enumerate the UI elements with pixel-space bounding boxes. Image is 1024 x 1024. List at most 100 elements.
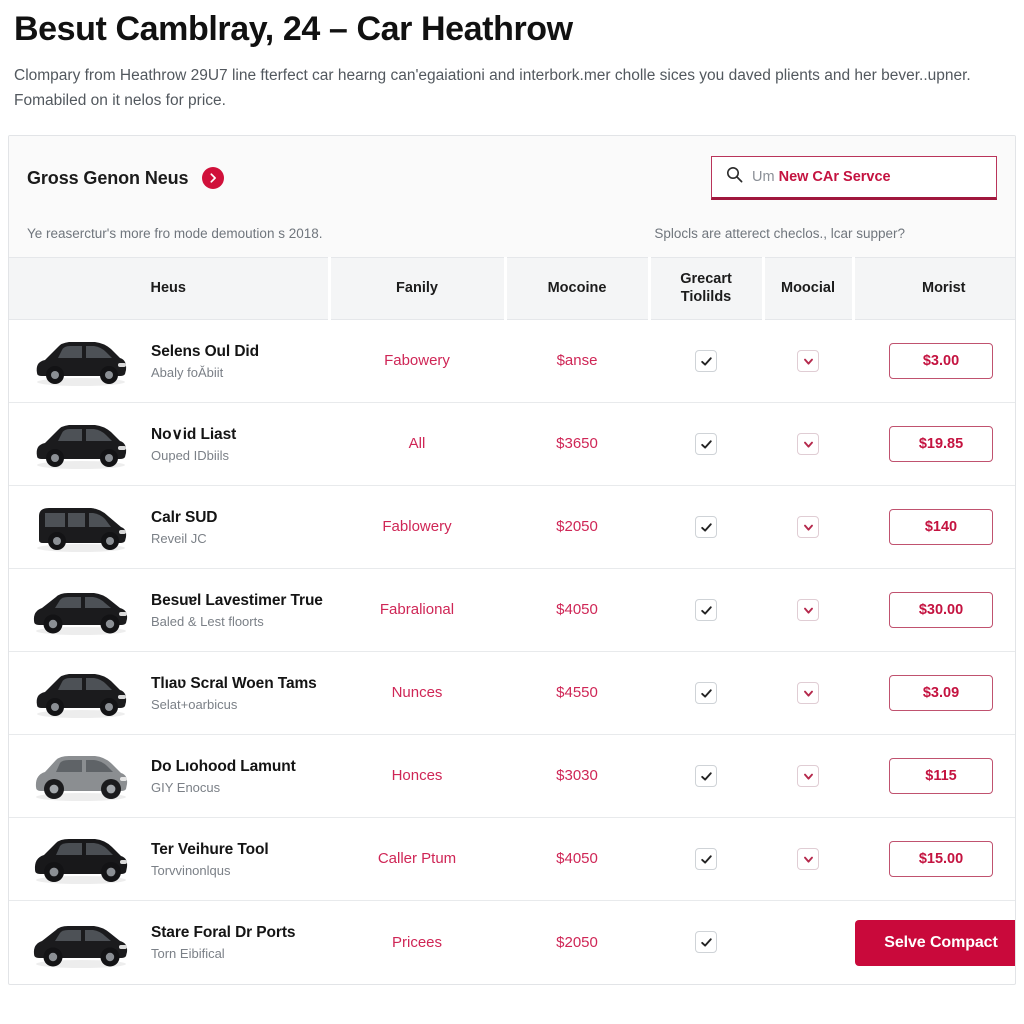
family-value: Fablowery [382, 518, 452, 536]
vehicle-subtitle: GIY Enocus [151, 780, 221, 796]
table-row[interactable]: Ter Veihure Tool Torvvinonlqus Caller Ptum… [9, 817, 1015, 902]
cell-vehicle: Do Lıohood Lamunt GIY Enocus [9, 734, 329, 819]
model-chevron-down-icon[interactable] [797, 516, 819, 539]
price-button[interactable]: $3.09 [889, 675, 993, 712]
column-header-morist[interactable]: Morist [851, 257, 1015, 321]
cell-action: Selve Compact [853, 901, 1015, 984]
table-row[interactable]: Tlıaʋ Scral Woen Tams Selat+oarbicus Nunce… [9, 651, 1015, 736]
card-subtitle-right: Splocls are atterect checlos., lcar supp… [654, 226, 905, 242]
vehicle-thumbnail-car-suv-black[interactable] [25, 828, 135, 891]
listing-card: Gross Genon Neus Um New CAr Servce Ye re… [8, 135, 1016, 985]
cell-action: $30.00 [853, 568, 1015, 653]
model-chevron-down-icon[interactable] [797, 682, 819, 705]
cell-engine: $4550 [505, 651, 649, 736]
vehicle-subtitle: Torn Eibifical [151, 946, 225, 962]
family-value: All [408, 435, 426, 453]
vehicle-title: Do Lıohood Lamunt [151, 757, 296, 775]
column-header-grecart-tiolilds[interactable]: Grecart Tiolilds [647, 257, 763, 321]
cell-model [763, 485, 853, 570]
grade-checkbox[interactable] [695, 765, 717, 788]
engine-value: $3030 [556, 767, 598, 785]
cell-family: Fabralional [329, 568, 505, 653]
column-header-moocial[interactable]: Moocial [761, 257, 853, 321]
price-button[interactable]: $30.00 [889, 592, 993, 629]
cell-grade [649, 901, 763, 984]
engine-value: $anse [556, 352, 598, 370]
grade-checkbox[interactable] [695, 350, 717, 373]
cell-family: Fablowery [329, 485, 505, 570]
search-value: New CAr Servce [778, 169, 891, 186]
cell-engine: $4050 [505, 568, 649, 653]
vehicle-subtitle: Selat+oarbicus [151, 697, 238, 713]
vehicle-thumbnail-car-sedan-black[interactable] [25, 911, 135, 974]
price-button[interactable]: $140 [889, 509, 993, 546]
table-row[interactable]: Do Lıohood Lamunt GIY Enocus Honces $3030 $1… [9, 734, 1015, 819]
cell-engine: $2050 [505, 485, 649, 570]
cell-action: $15.00 [853, 817, 1015, 902]
cell-model [763, 901, 853, 984]
cell-action: $115 [853, 734, 1015, 819]
price-button[interactable]: $3.00 [889, 343, 993, 380]
cell-grade [649, 734, 763, 819]
grade-checkbox[interactable] [695, 848, 717, 871]
table-row[interactable]: Stare Foral Dr Ports Torn Eibifical Pricee… [9, 901, 1015, 984]
model-chevron-down-icon[interactable] [797, 848, 819, 871]
column-header-mocoine[interactable]: Mocoine [503, 257, 649, 321]
price-button[interactable]: $15.00 [889, 841, 993, 878]
table-row[interactable]: Besuɐl Lavestimer True Baled & Lest floor… [9, 568, 1015, 653]
engine-value: $4550 [556, 684, 598, 702]
card-subtitle-left: Ye reaserctur's more fro mode demoution … [27, 226, 323, 242]
cell-grade [649, 319, 763, 404]
cell-model [763, 817, 853, 902]
card-heading-group[interactable]: Gross Genon Neus [27, 167, 225, 190]
model-chevron-down-icon[interactable] [797, 433, 819, 456]
table-row[interactable]: Selens Oul Did Abaly foǍbiit Fabowery $anse… [9, 319, 1015, 404]
page-intro-paragraph: Clompary from Heathrow 29U7 line fterfec… [14, 67, 971, 110]
page-title: Besut Camblray, 24 – Car Heathrow [14, 10, 573, 48]
cell-grade [649, 485, 763, 570]
vehicle-thumbnail-car-hatchback-black[interactable] [25, 662, 135, 725]
cell-family: All [329, 402, 505, 487]
vehicle-subtitle: Torvvinonlqus [151, 863, 231, 879]
vehicle-thumbnail-car-sedan-black[interactable] [25, 579, 135, 642]
engine-value: $2050 [556, 933, 598, 951]
engine-value: $3650 [556, 435, 598, 453]
vehicle-title: No∨id Liast [151, 425, 237, 443]
cell-model [763, 402, 853, 487]
vehicle-subtitle: Abaly foǍbiit [151, 365, 224, 381]
vehicle-thumbnail-car-mpv-grey[interactable] [25, 745, 135, 808]
search-placeholder: Um [752, 169, 775, 186]
price-button[interactable]: $115 [889, 758, 993, 795]
column-header-fanily[interactable]: Fanily [327, 257, 505, 321]
vehicle-thumbnail-car-van-black[interactable] [25, 496, 135, 559]
cell-vehicle: Tlıaʋ Scral Woen Tams Selat+oarbicus [9, 651, 329, 736]
cell-vehicle: Besuɐl Lavestimer True Baled & Lest floor… [9, 568, 329, 653]
price-button[interactable]: $19.85 [889, 426, 993, 463]
chevron-right-icon[interactable] [202, 167, 225, 190]
grade-checkbox[interactable] [695, 516, 717, 539]
model-chevron-down-icon[interactable] [797, 765, 819, 788]
cell-engine: $4050 [505, 817, 649, 902]
engine-value: $4050 [556, 850, 598, 868]
table-row[interactable]: Calr SUD Reveil JC Fablowery $2050 $140 [9, 485, 1015, 570]
cell-grade [649, 402, 763, 487]
select-compact-button[interactable]: Selve Compact [855, 919, 1015, 966]
card-header: Gross Genon Neus Um New CAr Servce Ye re… [9, 136, 1015, 258]
page-root: Besut Camblray, 24 – Car Heathrow Clompa… [0, 0, 1024, 1024]
cell-vehicle: Ter Veihure Tool Torvvinonlqus [9, 817, 329, 902]
grade-checkbox[interactable] [695, 682, 717, 705]
model-chevron-down-icon[interactable] [797, 599, 819, 622]
cell-grade [649, 817, 763, 902]
column-header-heus[interactable]: Heus [9, 257, 329, 321]
table-row[interactable]: No∨id Liast Ouped IDbiils All $3650 $19.85 [9, 402, 1015, 487]
vehicle-thumbnail-car-hatchback-black[interactable] [25, 413, 135, 476]
model-chevron-down-icon[interactable] [797, 350, 819, 373]
grade-checkbox[interactable] [695, 599, 717, 622]
search-input[interactable]: Um New CAr Servce [711, 156, 997, 201]
cell-family: Caller Ptum [329, 817, 505, 902]
vehicle-thumbnail-car-hatchback-black[interactable] [25, 330, 135, 393]
grade-checkbox[interactable] [695, 433, 717, 456]
cell-vehicle: Stare Foral Dr Ports Torn Eibifical [9, 901, 329, 984]
grade-checkbox[interactable] [695, 931, 717, 954]
cell-family: Nunces [329, 651, 505, 736]
